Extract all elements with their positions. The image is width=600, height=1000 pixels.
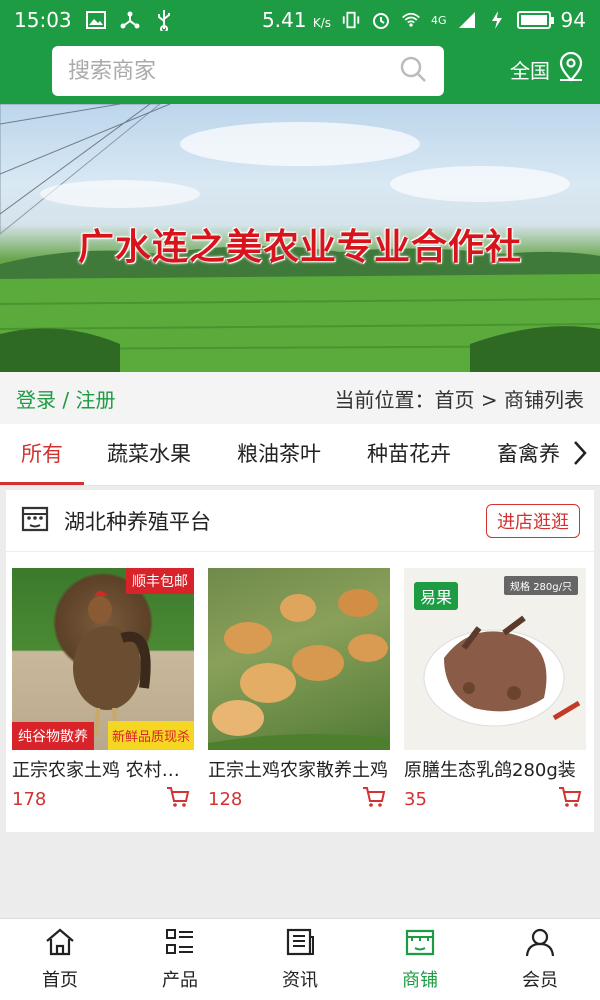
alarm-icon	[371, 10, 391, 30]
list-icon	[164, 927, 196, 962]
location-bar: 登录 / 注册 当前位置：首页 > 商铺列表	[0, 372, 600, 424]
product-name[interactable]: 正宗农家土鸡 农村散养	[12, 756, 196, 782]
search-icon[interactable]	[398, 54, 428, 88]
tab-all[interactable]: 所有	[0, 424, 84, 485]
breadcrumb: 当前位置：首页 > 商铺列表	[334, 387, 584, 412]
badge-grain-fed: 纯谷物散养	[12, 722, 94, 750]
search-input[interactable]	[68, 58, 398, 84]
network-speed: 5.41 K/s	[261, 8, 332, 32]
wifi-icon	[401, 10, 421, 30]
network-type: 4G	[431, 13, 447, 27]
product-name[interactable]: 原膳生态乳鸽280g装	[404, 756, 588, 782]
nav-shops-label: 商铺	[402, 970, 438, 991]
bottom-nav: 首页 产品 资讯 商铺 会员	[0, 918, 600, 1000]
breadcrumb-current: 商铺列表	[504, 387, 584, 412]
tab-vegetables-fruits[interactable]: 蔬菜水果	[84, 424, 214, 485]
image-icon	[85, 10, 106, 30]
breadcrumb-home[interactable]: 首页	[435, 388, 475, 412]
usb-icon	[154, 10, 174, 31]
store-name[interactable]: 湖北种养殖平台	[64, 506, 211, 536]
banner[interactable]: 广水连之美农业专业合作社	[0, 104, 600, 372]
region-label: 全国	[510, 59, 550, 83]
nav-products[interactable]: 产品	[120, 919, 240, 1000]
banner-title: 广水连之美农业专业合作社	[77, 226, 522, 268]
product-image[interactable]	[208, 568, 390, 750]
chevron-right-icon	[572, 439, 588, 471]
search-box[interactable]	[52, 46, 444, 96]
user-icon	[524, 927, 556, 962]
nav-member-label: 会员	[522, 970, 558, 991]
badge-free-shipping: 顺丰包邮	[126, 568, 194, 594]
battery-icon	[516, 11, 554, 29]
category-tabs: 所有 蔬菜水果 粮油茶叶 种苗花卉 畜禽养殖	[0, 424, 600, 486]
home-icon	[44, 927, 76, 962]
charging-icon	[487, 10, 507, 30]
product-list: 顺丰包邮 纯谷物散养 新鲜品质现杀 正宗农家土鸡 农村散养 178 正宗土鸡农家…	[6, 568, 594, 812]
cart-icon[interactable]	[362, 786, 386, 812]
status-bar: 15:03 5.41 K/s 4G 94	[0, 0, 600, 40]
region-selector[interactable]: 全国	[510, 51, 584, 87]
cart-icon[interactable]	[166, 786, 190, 812]
product-card[interactable]: 顺丰包邮 纯谷物散养 新鲜品质现杀 正宗农家土鸡 农村散养 178	[6, 568, 202, 812]
brand-logo: 易果	[414, 582, 459, 610]
nav-home[interactable]: 首页	[0, 919, 120, 1000]
product-image[interactable]: 易果 规格 280g/只	[404, 568, 586, 750]
register-link[interactable]: 注册	[75, 388, 115, 412]
location-pin-icon	[558, 51, 584, 87]
badge-fresh-killed: 新鲜品质现杀	[107, 721, 194, 750]
nav-products-label: 产品	[162, 970, 198, 991]
header: 全国	[0, 40, 600, 104]
tabs-scroll-right[interactable]	[560, 424, 600, 485]
product-name[interactable]: 正宗土鸡农家散养土鸡	[208, 756, 392, 782]
product-card[interactable]: 正宗土鸡农家散养土鸡 128	[202, 568, 398, 812]
tab-seedlings-flowers[interactable]: 种苗花卉	[344, 424, 474, 485]
nav-news-label: 资讯	[282, 970, 318, 991]
chickens-flock-illustration	[208, 589, 390, 750]
nav-news[interactable]: 资讯	[240, 919, 360, 1000]
product-price: 178	[12, 788, 47, 810]
spec-tag: 规格 280g/只	[504, 576, 578, 595]
nav-member[interactable]: 会员	[480, 919, 600, 1000]
share-icon	[120, 10, 140, 30]
tab-grain-oil-tea[interactable]: 粮油茶叶	[214, 424, 344, 485]
store-header: 湖北种养殖平台 进店逛逛	[6, 490, 594, 552]
signal-icon	[457, 10, 477, 30]
auth-links: 登录 / 注册	[16, 387, 116, 412]
news-icon	[284, 927, 316, 962]
visit-store-button[interactable]: 进店逛逛	[486, 503, 580, 538]
store-card: 湖北种养殖平台 进店逛逛 顺丰包邮 纯谷物散养 新鲜品质现杀 正宗农家土鸡 农村…	[6, 490, 594, 832]
product-price: 35	[404, 788, 427, 810]
vibrate-icon	[341, 10, 361, 30]
login-link[interactable]: 登录	[16, 388, 56, 412]
product-card[interactable]: 易果 规格 280g/只 原膳生态乳鸽280g装 35	[398, 568, 594, 812]
battery-percent: 94	[560, 8, 586, 32]
nav-shops[interactable]: 商铺	[360, 919, 480, 1000]
status-time: 15:03	[14, 8, 72, 32]
cart-icon[interactable]	[558, 786, 582, 812]
store-icon	[20, 504, 50, 538]
product-price: 128	[208, 788, 243, 810]
shop-icon	[404, 927, 436, 962]
product-image[interactable]: 顺丰包邮 纯谷物散养 新鲜品质现杀	[12, 568, 194, 750]
nav-home-label: 首页	[42, 970, 78, 991]
